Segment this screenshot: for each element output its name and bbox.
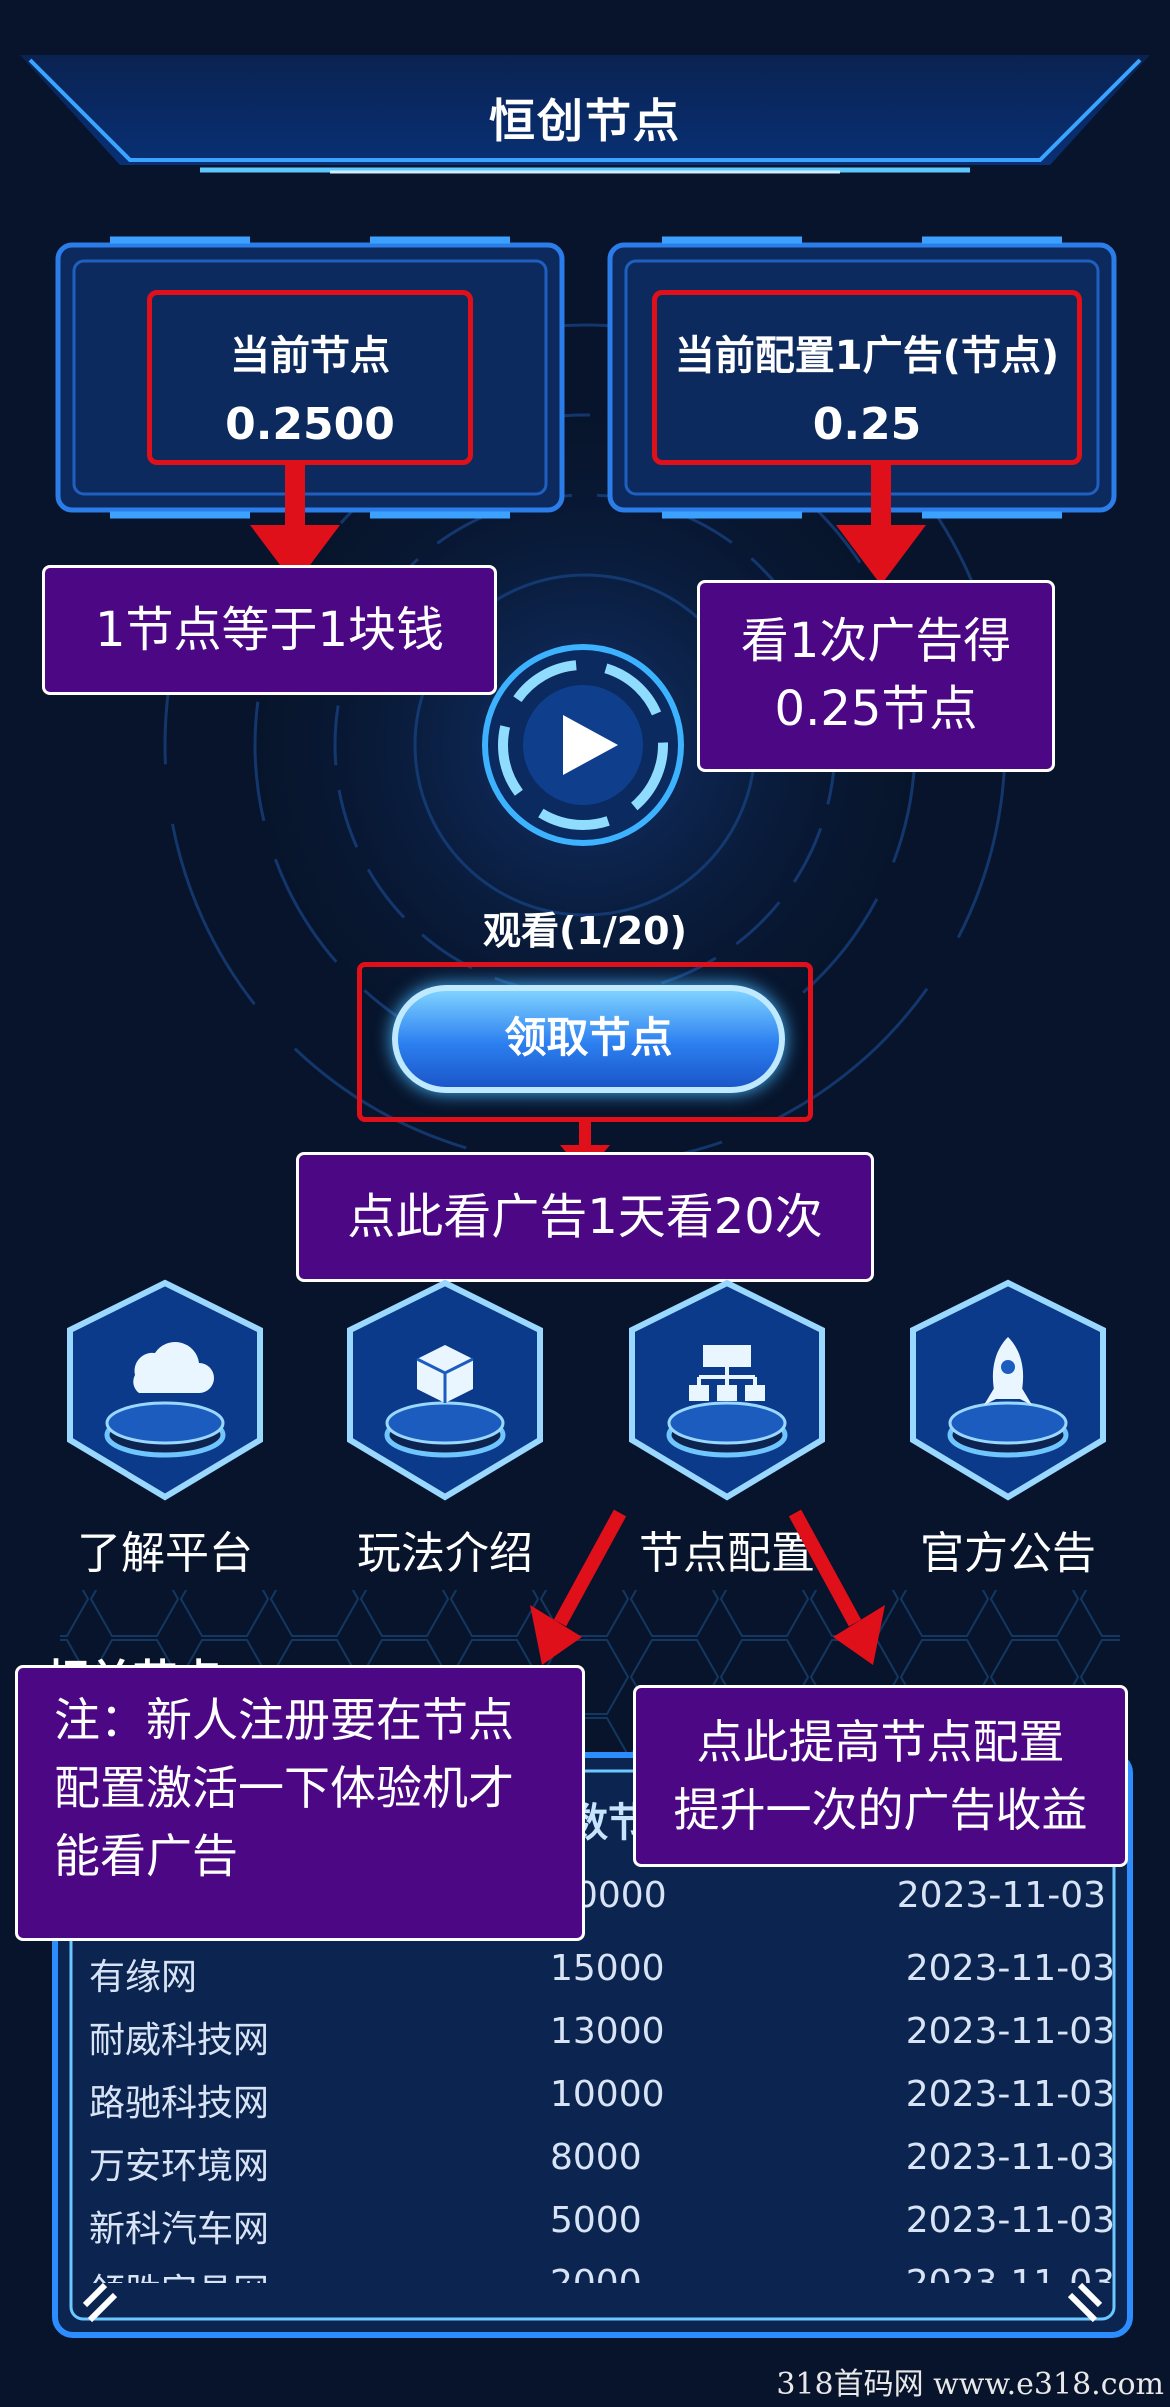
node-name: 耐威科技网 xyxy=(89,2020,270,2061)
node-amount: 5000 xyxy=(550,2200,642,2241)
node-date: 2023-11-03 xyxy=(905,2011,1115,2052)
cloud-icon xyxy=(67,1279,263,1501)
play-video-button[interactable] xyxy=(478,640,688,850)
per-ad-value: 0.25 xyxy=(812,399,922,450)
node-name: 万安环境网 xyxy=(89,2146,270,2187)
rocket-icon xyxy=(910,1279,1106,1501)
node-name: 有缘网 xyxy=(89,1957,198,1998)
node-date: 2023-11-03 xyxy=(905,1948,1115,1989)
menu-label-about: 了解平台 xyxy=(77,1528,253,1579)
network-icon xyxy=(629,1279,825,1501)
table-row: 路驰科技网 10000 2023-11-03 xyxy=(85,2064,1115,2127)
first-row-value-partial: 0000 xyxy=(575,1875,667,1916)
node-name: 新科汽车网 xyxy=(89,2209,270,2250)
first-row-date: 2023-11-03 xyxy=(896,1875,1106,1916)
note-line1: 注：新人注册要在节点 xyxy=(54,1693,514,1747)
per-ad-callout-line2: 0.25节点 xyxy=(774,681,978,737)
node-amount: 10000 xyxy=(550,2074,665,2115)
table-row: 新科汽车网 5000 2023-11-03 xyxy=(85,2190,1115,2253)
arrow-down-icon xyxy=(836,460,926,585)
node-table: 有缘网 15000 2023-11-03 耐威科技网 13000 2023-11… xyxy=(85,1938,1115,2283)
per-ad-box: 当前配置1广告(节点) 0.25 xyxy=(652,290,1082,465)
upgrade-line1: 点此提高节点配置 xyxy=(696,1715,1065,1769)
box-icon xyxy=(347,1279,543,1501)
upgrade-line2: 提升一次的广告收益 xyxy=(673,1783,1088,1837)
node-name: 路驰科技网 xyxy=(89,2083,270,2124)
note-line2: 配置激活一下体验机才 xyxy=(54,1761,514,1815)
table-row: 领胜家具网 2000 2023-11-03 xyxy=(85,2253,1115,2283)
node-date: 2023-11-03 xyxy=(905,2074,1115,2115)
claim-nodes-button[interactable]: 领取节点 xyxy=(392,985,785,1093)
daily-limit-callout: 点此看广告1天看20次 xyxy=(296,1152,874,1282)
new-user-note-callout: 注：新人注册要在节点 配置激活一下体验机才 能看广告 xyxy=(15,1665,585,1941)
daily-limit-text: 点此看广告1天看20次 xyxy=(347,1189,823,1245)
table-row: 万安环境网 8000 2023-11-03 xyxy=(85,2127,1115,2190)
per-ad-label: 当前配置1广告(节点) xyxy=(674,333,1060,379)
current-nodes-label: 当前节点 xyxy=(230,333,390,379)
node-value-text: 1节点等于1块钱 xyxy=(94,602,445,658)
table-row: 耐威科技网 13000 2023-11-03 xyxy=(85,2001,1115,2064)
watch-progress: 观看(1/20) xyxy=(483,909,687,953)
per-ad-callout: 看1次广告得 0.25节点 xyxy=(697,580,1055,772)
arrow-down-right-icon xyxy=(788,1509,885,1665)
node-date: 2023-11-03 xyxy=(905,2137,1115,2178)
current-nodes-box: 当前节点 0.2500 xyxy=(147,290,473,465)
page-title: 恒创节点 xyxy=(489,94,681,148)
node-date: 2023-11-03 xyxy=(905,2200,1115,2241)
note-line3: 能看广告 xyxy=(54,1829,238,1883)
watermark: 318首码网 www.e318.com xyxy=(776,2367,1164,2402)
node-value-callout: 1节点等于1块钱 xyxy=(42,565,497,695)
current-nodes-value: 0.2500 xyxy=(225,399,395,450)
menu-item-announcements[interactable]: 官方公告 xyxy=(893,1275,1123,1605)
node-amount: 15000 xyxy=(550,1948,665,1989)
node-amount: 8000 xyxy=(550,2137,642,2178)
menu-label-announcements: 官方公告 xyxy=(920,1528,1096,1579)
node-amount: 13000 xyxy=(550,2011,665,2052)
node-date: 2023-11-03 xyxy=(906,2263,1115,2283)
per-ad-callout-line1: 看1次广告得 xyxy=(740,613,1012,669)
table-row: 有缘网 15000 2023-11-03 xyxy=(85,1938,1115,2001)
menu-item-about[interactable]: 了解平台 xyxy=(50,1275,280,1605)
upgrade-callout: 点此提高节点配置 提升一次的广告收益 xyxy=(633,1685,1128,1867)
node-name: 领胜家具网 xyxy=(89,2263,269,2283)
node-amount: 2000 xyxy=(550,2263,642,2283)
arrow-down-left-icon xyxy=(530,1509,627,1665)
